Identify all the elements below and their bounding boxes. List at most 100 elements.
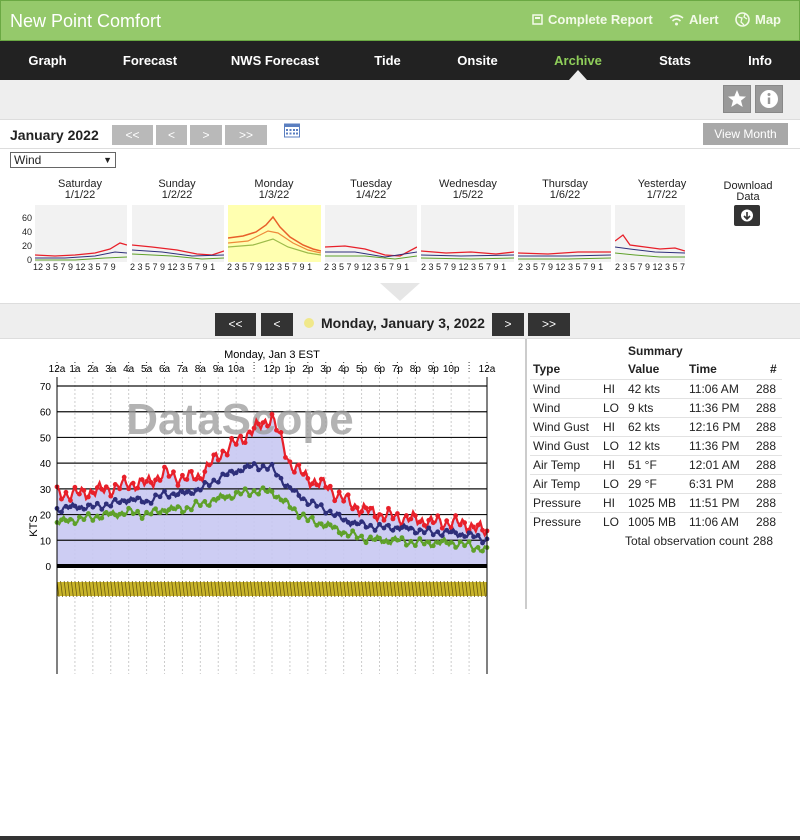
day-label-sunday: Sunday 1/2/22 bbox=[130, 179, 224, 201]
data-point bbox=[242, 464, 248, 470]
month-last-button[interactable]: >> bbox=[225, 125, 267, 145]
day-thumbnail-sunday[interactable] bbox=[132, 205, 224, 262]
complete-report-link[interactable]: Complete Report bbox=[532, 12, 653, 27]
tab-onsite[interactable]: Onsite bbox=[440, 41, 515, 80]
calendar-icon[interactable] bbox=[284, 122, 300, 138]
complete-report-label: Complete Report bbox=[548, 12, 653, 27]
month-next-button[interactable]: > bbox=[190, 125, 222, 145]
data-point bbox=[68, 498, 73, 503]
tab-nws-forecast[interactable]: NWS Forecast bbox=[220, 41, 330, 80]
data-point bbox=[368, 505, 373, 511]
x-tick-label: 7p bbox=[392, 364, 404, 375]
day-last-button[interactable]: >> bbox=[528, 313, 570, 336]
download-button[interactable] bbox=[734, 205, 760, 226]
data-point bbox=[377, 512, 382, 517]
data-point bbox=[332, 524, 338, 530]
day-thumbnail-wednesday[interactable] bbox=[421, 205, 514, 262]
month-first-button[interactable]: << bbox=[112, 125, 153, 145]
day-first-button[interactable]: << bbox=[215, 313, 256, 336]
data-point bbox=[90, 518, 96, 523]
tab-info[interactable]: Info bbox=[730, 41, 790, 80]
data-point bbox=[381, 525, 387, 531]
data-point bbox=[399, 525, 405, 530]
month-prev-button[interactable]: < bbox=[156, 125, 187, 145]
data-point bbox=[112, 496, 118, 502]
x-tick-label: 2p bbox=[302, 364, 314, 375]
data-point bbox=[103, 501, 109, 507]
data-point bbox=[408, 538, 414, 544]
alert-link[interactable]: Alert bbox=[669, 12, 719, 27]
day-thumbnail-tuesday[interactable] bbox=[325, 205, 417, 262]
data-point bbox=[256, 467, 261, 473]
data-point bbox=[283, 455, 288, 460]
download-icon bbox=[741, 209, 753, 222]
summary-cell: HI bbox=[603, 496, 615, 510]
summary-header-value: Value bbox=[628, 362, 660, 376]
data-point bbox=[318, 521, 324, 527]
data-point bbox=[435, 529, 441, 535]
data-point bbox=[395, 537, 400, 543]
data-point bbox=[278, 475, 284, 481]
thumb-y-tick: 20 bbox=[21, 241, 32, 251]
summary-cell: Air Temp bbox=[533, 458, 581, 472]
summary-cell: 288 bbox=[756, 382, 777, 396]
data-point bbox=[153, 506, 158, 512]
data-point bbox=[117, 500, 123, 506]
data-point bbox=[260, 420, 266, 426]
data-point bbox=[211, 477, 217, 483]
data-point bbox=[121, 512, 127, 518]
tab-forecast[interactable]: Forecast bbox=[100, 41, 200, 80]
map-link[interactable]: Map bbox=[735, 12, 781, 27]
data-point bbox=[341, 498, 347, 504]
data-point bbox=[274, 427, 279, 433]
tab-stats[interactable]: Stats bbox=[640, 41, 710, 80]
data-point bbox=[126, 505, 132, 511]
panel-divider bbox=[525, 339, 527, 609]
data-point bbox=[99, 506, 105, 512]
data-point bbox=[274, 494, 279, 500]
data-point bbox=[287, 505, 293, 510]
thumb-x-axis: 2 3 5 7 9 12 3 5 7 9 bbox=[615, 262, 687, 272]
data-point bbox=[291, 469, 297, 475]
data-point bbox=[386, 540, 391, 545]
data-point bbox=[265, 489, 270, 495]
data-point bbox=[220, 471, 226, 477]
thumb-x-axis: 2 3 5 7 9 12 3 5 7 9 1 bbox=[421, 262, 507, 272]
y-axis-label: KTS bbox=[28, 515, 40, 536]
data-point bbox=[345, 492, 351, 498]
info-button[interactable] bbox=[755, 85, 783, 113]
data-point bbox=[381, 539, 387, 545]
variable-select[interactable]: Wind ▼ bbox=[10, 152, 116, 168]
data-point bbox=[139, 516, 145, 521]
data-point bbox=[341, 530, 347, 536]
day-label-tuesday: Tuesday 1/4/22 bbox=[324, 179, 418, 201]
data-point bbox=[314, 522, 320, 528]
day-label-wednesday: Wednesday 1/5/22 bbox=[421, 179, 515, 201]
day-prev-button[interactable]: < bbox=[261, 313, 293, 336]
data-point bbox=[157, 478, 163, 483]
day-next-button[interactable]: > bbox=[492, 313, 524, 336]
day-thumbnail-saturday[interactable] bbox=[35, 205, 127, 262]
day-thumbnail-yesterday[interactable] bbox=[615, 205, 685, 262]
data-point bbox=[475, 545, 481, 550]
data-point bbox=[81, 506, 87, 512]
data-point bbox=[206, 503, 212, 508]
data-point bbox=[372, 537, 378, 542]
tab-graph[interactable]: Graph bbox=[0, 41, 95, 80]
data-point bbox=[202, 480, 208, 485]
data-point bbox=[408, 516, 414, 522]
data-point bbox=[224, 472, 230, 478]
data-point bbox=[233, 442, 239, 447]
month-title: January 2022 bbox=[10, 127, 99, 143]
day-date: 1/2/22 bbox=[161, 189, 193, 201]
data-point bbox=[229, 468, 235, 474]
tab-tide[interactable]: Tide bbox=[355, 41, 420, 80]
day-thumbnail-thursday[interactable] bbox=[518, 205, 611, 262]
summary-cell: 1005 MB bbox=[628, 515, 677, 529]
data-point bbox=[81, 517, 87, 523]
favorite-button[interactable] bbox=[723, 85, 751, 113]
active-tab-indicator bbox=[569, 70, 587, 80]
day-thumbnail-monday[interactable] bbox=[228, 205, 321, 262]
data-point bbox=[466, 539, 472, 545]
view-month-button[interactable]: View Month bbox=[703, 123, 788, 145]
